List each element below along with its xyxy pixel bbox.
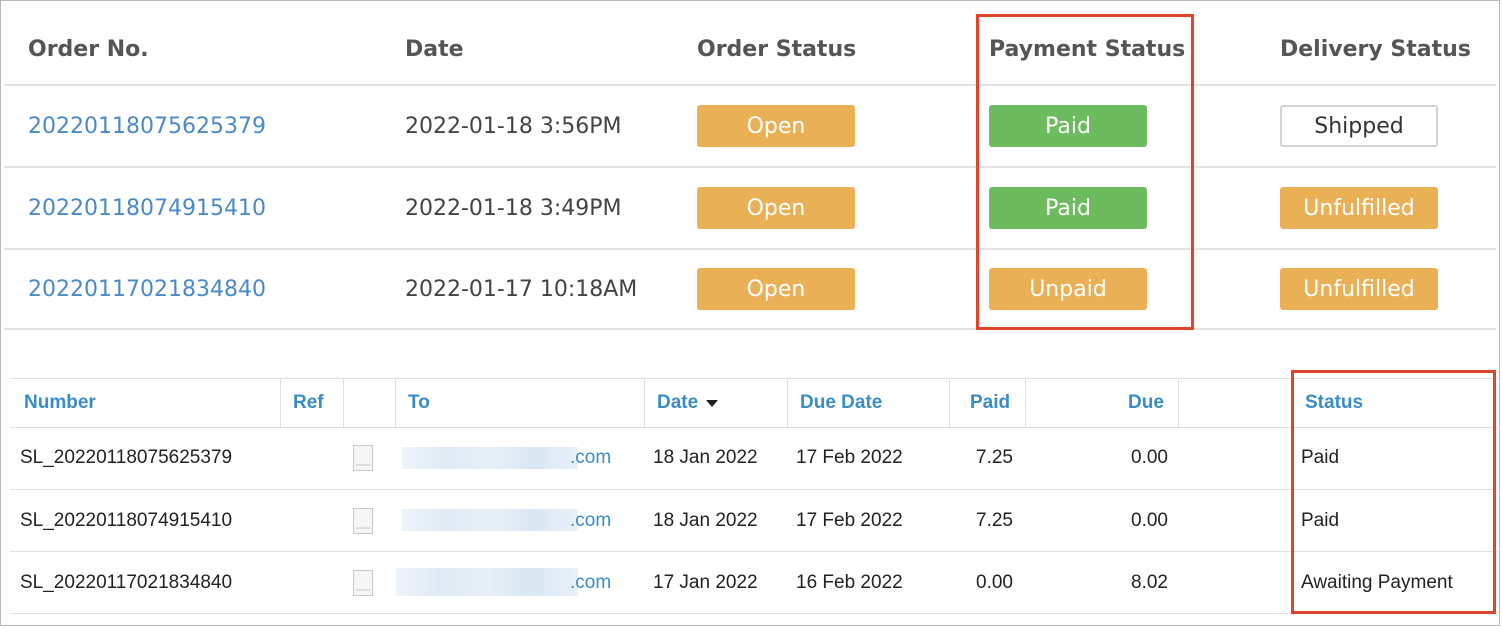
- column-divider: [1178, 379, 1179, 427]
- invoice-date: 17 Jan 2022: [653, 571, 758, 593]
- invoice-number: SL_20220118075625379: [20, 447, 233, 468]
- invoices-table: Number Ref To Date Due Date Paid Due Sta…: [10, 378, 1498, 616]
- redacted-recipient: [402, 509, 578, 531]
- invoice-status-highlight: [1291, 370, 1496, 614]
- order-date: 2022-01-17 10:18AM: [405, 276, 638, 302]
- delivery-status-badge: Unfulfilled: [1280, 268, 1438, 310]
- header-date: Date: [405, 36, 464, 62]
- invoice-date: 18 Jan 2022: [653, 509, 758, 531]
- delivery-status-badge: Unfulfilled: [1280, 187, 1438, 229]
- document-icon[interactable]: [353, 569, 373, 596]
- column-divider: [644, 379, 645, 427]
- invoice-due-date: 16 Feb 2022: [796, 571, 903, 593]
- invoice-paid: 7.25: [976, 509, 1013, 531]
- order-date: 2022-01-18 3:49PM: [405, 195, 622, 221]
- order-number-link[interactable]: 20220118074915410: [28, 196, 266, 221]
- invoice-date: 18 Jan 2022: [653, 447, 758, 468]
- document-icon[interactable]: [353, 507, 373, 534]
- header-delivery-status: Delivery Status: [1280, 36, 1471, 62]
- invoice-due: 0.00: [1131, 447, 1168, 468]
- orders-header-row: Order No. Date Order Status Payment Stat…: [4, 14, 1496, 86]
- recipient-link[interactable]: .com: [570, 490, 611, 551]
- order-row: 20220118074915410 2022-01-18 3:49PM Open…: [4, 168, 1496, 250]
- header-paid[interactable]: Paid: [970, 379, 1010, 427]
- header-order-status: Order Status: [697, 36, 857, 62]
- column-divider: [1025, 379, 1026, 427]
- order-status-badge: Open: [697, 187, 855, 229]
- column-divider: [395, 379, 396, 427]
- header-date: Date: [657, 392, 699, 413]
- payment-status-highlight: [976, 14, 1194, 330]
- invoice-number: SL_20220118074915410: [20, 509, 233, 531]
- invoice-due-date: 17 Feb 2022: [796, 509, 903, 531]
- recipient-link[interactable]: .com: [570, 552, 611, 613]
- invoice-due: 8.02: [1131, 571, 1168, 593]
- column-divider: [787, 379, 788, 427]
- order-status-badge: Open: [697, 268, 855, 310]
- redacted-recipient: [396, 568, 578, 596]
- header-order-no: Order No.: [28, 36, 149, 62]
- column-divider: [949, 379, 950, 427]
- invoices-header-row: Number Ref To Date Due Date Paid Due Sta…: [10, 378, 1498, 428]
- invoice-row[interactable]: SL_20220118074915410 .com 18 Jan 2022 17…: [10, 490, 1498, 552]
- header-number[interactable]: Number: [24, 379, 96, 427]
- sort-desc-icon: [706, 399, 719, 407]
- orders-section: Order No. Date Order Status Payment Stat…: [4, 4, 1496, 330]
- order-number-link[interactable]: 20220117021834840: [28, 277, 266, 302]
- invoice-paid: 0.00: [976, 571, 1013, 593]
- order-date: 2022-01-18 3:56PM: [405, 113, 622, 139]
- invoice-due-date: 17 Feb 2022: [796, 447, 903, 468]
- invoice-row[interactable]: SL_20220118075625379 .com 18 Jan 2022 17…: [10, 427, 1498, 490]
- order-row: 20220117021834840 2022-01-17 10:18AM Ope…: [4, 250, 1496, 330]
- delivery-status-badge: Shipped: [1280, 105, 1438, 147]
- order-number-link[interactable]: 20220118075625379: [28, 114, 266, 139]
- document-icon[interactable]: [353, 445, 373, 471]
- order-row: 20220118075625379 2022-01-18 3:56PM Open…: [4, 86, 1496, 168]
- header-ref[interactable]: Ref: [293, 379, 324, 427]
- header-to[interactable]: To: [408, 379, 430, 427]
- column-divider: [343, 379, 344, 427]
- invoice-due: 0.00: [1131, 509, 1168, 531]
- header-date-sortable[interactable]: Date: [657, 379, 719, 427]
- recipient-link[interactable]: .com: [570, 427, 611, 489]
- column-divider: [280, 379, 281, 427]
- invoice-row[interactable]: SL_20220117021834840 .com 17 Jan 2022 16…: [10, 552, 1498, 614]
- header-due[interactable]: Due: [1128, 379, 1164, 427]
- order-status-badge: Open: [697, 105, 855, 147]
- redacted-recipient: [402, 447, 578, 469]
- invoice-paid: 7.25: [976, 447, 1013, 468]
- header-due-date[interactable]: Due Date: [800, 379, 882, 427]
- invoice-number: SL_20220117021834840: [20, 571, 233, 593]
